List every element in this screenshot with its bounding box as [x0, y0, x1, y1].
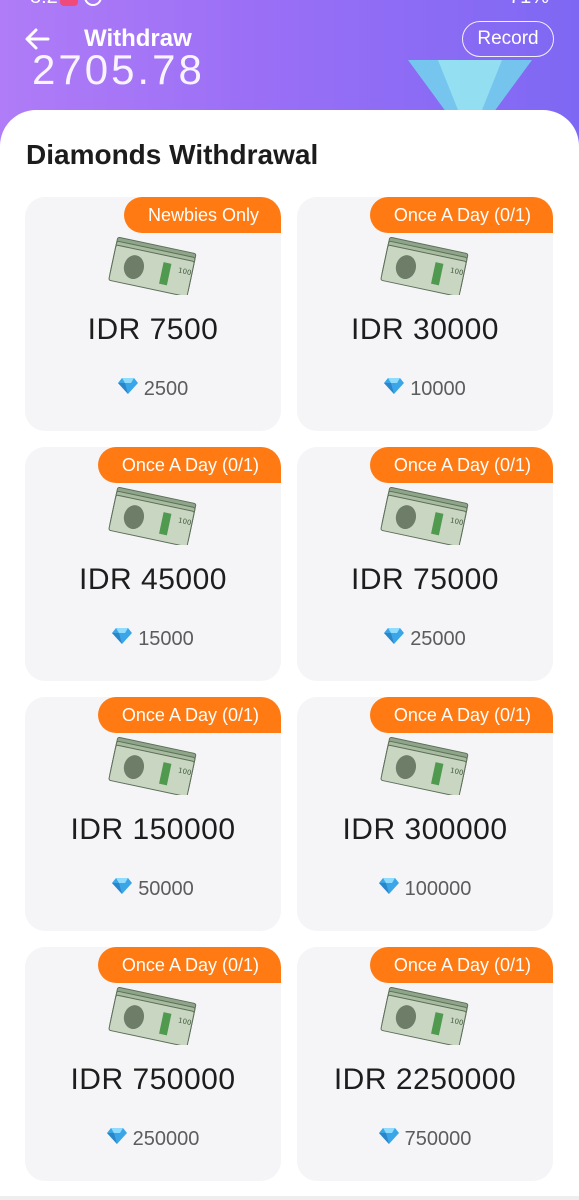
diamond-icon: [378, 877, 399, 901]
diamond-cost-value: 2500: [143, 377, 189, 400]
diamond-cost: 750000: [297, 1127, 553, 1151]
withdraw-option-card[interactable]: Once A Day (0/1) 100 IDR 150000 50000: [25, 697, 281, 931]
cash-stack-icon: 100: [107, 233, 199, 297]
withdraw-option-card[interactable]: Once A Day (0/1) 100 IDR 2250000 750000: [297, 947, 553, 1181]
limit-badge: Once A Day (0/1): [369, 447, 553, 483]
app-notification-icon: [60, 0, 78, 6]
payout-amount: IDR 7500: [87, 313, 219, 346]
diamond-balance: 2705.78: [32, 46, 205, 93]
status-bar: 8:27 71%: [0, 0, 579, 12]
diamond-icon: [117, 377, 138, 401]
notification-icons: [60, 0, 102, 6]
cash-stack-icon: 100: [379, 733, 471, 797]
section-title: Diamonds Withdrawal: [26, 139, 319, 170]
payout-amount: IDR 150000: [70, 813, 236, 846]
bottom-divider: [0, 1196, 579, 1200]
diamond-cost-value: 100000: [404, 877, 472, 900]
payout-amount: IDR 75000: [351, 563, 499, 596]
cash-stack-icon: 100: [107, 983, 199, 1047]
settings-notification-icon: [84, 0, 102, 6]
limit-badge: Once A Day (0/1): [369, 947, 553, 983]
limit-badge: Once A Day (0/1): [369, 197, 553, 233]
withdraw-option-card[interactable]: Once A Day (0/1) 100 IDR 750000 250000: [25, 947, 281, 1181]
payout-amount: IDR 30000: [351, 313, 499, 346]
cash-stack-icon: 100: [107, 483, 199, 547]
withdraw-option-card[interactable]: Once A Day (0/1) 100 IDR 300000 100000: [297, 697, 553, 931]
payout-amount: IDR 45000: [79, 563, 227, 596]
diamond-icon: [112, 627, 133, 651]
diamond-cost: 50000: [25, 877, 281, 901]
record-button[interactable]: Record: [462, 21, 554, 57]
battery-level: 71%: [509, 0, 549, 9]
withdraw-option-card[interactable]: Newbies Only 100 IDR 7500 2500: [25, 197, 281, 431]
diamond-icon: [384, 627, 405, 651]
diamond-cost-value: 250000: [132, 1127, 200, 1150]
diamond-cost-value: 750000: [404, 1127, 472, 1150]
payout-amount: IDR 2250000: [333, 1063, 517, 1096]
withdraw-option-card[interactable]: Once A Day (0/1) 100 IDR 75000 25000: [297, 447, 553, 681]
cash-stack-icon: 100: [379, 983, 471, 1047]
diamond-cost-value: 10000: [410, 377, 466, 400]
diamond-cost: 25000: [297, 627, 553, 651]
limit-badge: Once A Day (0/1): [97, 447, 281, 483]
limit-badge: Once A Day (0/1): [97, 697, 281, 733]
diamond-cost: 250000: [25, 1127, 281, 1151]
limit-badge: Newbies Only: [123, 197, 281, 233]
diamond-cost-value: 25000: [410, 627, 466, 650]
diamond-cost: 10000: [297, 377, 553, 401]
diamond-cost: 15000: [25, 627, 281, 651]
diamond-cost-value: 15000: [138, 627, 194, 650]
cash-stack-icon: 100: [107, 733, 199, 797]
payout-amount: IDR 300000: [342, 813, 508, 846]
diamond-icon: [106, 1127, 127, 1151]
diamond-cost-value: 50000: [138, 877, 194, 900]
diamond-icon: [112, 877, 133, 901]
cash-stack-icon: 100: [379, 233, 471, 297]
payout-amount: IDR 750000: [70, 1063, 236, 1096]
diamond-cost: 2500: [25, 377, 281, 401]
limit-badge: Once A Day (0/1): [369, 697, 553, 733]
diamond-cost: 100000: [297, 877, 553, 901]
diamond-icon: [384, 377, 405, 401]
limit-badge: Once A Day (0/1): [97, 947, 281, 983]
cash-stack-icon: 100: [379, 483, 471, 547]
diamond-icon: [378, 1127, 399, 1151]
withdraw-option-card[interactable]: Once A Day (0/1) 100 IDR 45000 15000: [25, 447, 281, 681]
withdraw-option-card[interactable]: Once A Day (0/1) 100 IDR 30000 10000: [297, 197, 553, 431]
